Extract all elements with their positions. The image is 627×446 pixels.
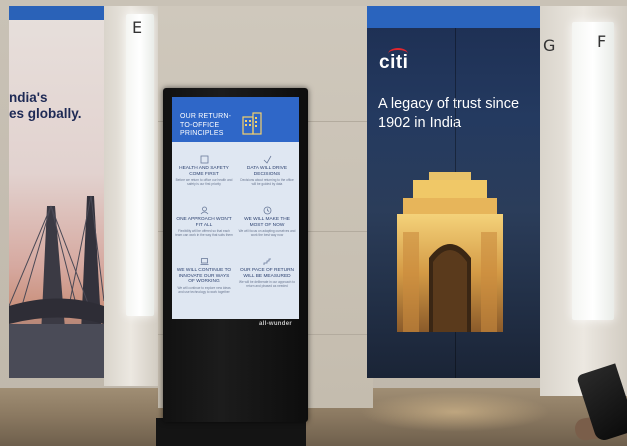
principle-2: DATA WILL DRIVE DECISIONS Decisions abou… (238, 155, 296, 186)
principle-5: WE WILL CONTINUE TO INNOVATE OUR WAYS OF… (175, 257, 233, 294)
principle-6: OUR PACE OF RETURN WILL BE MEASURED We w… (238, 257, 296, 288)
india-gate-illustration (397, 172, 503, 332)
lobby-scene: ndia's es globally. E citi A legacy of t… (0, 0, 627, 446)
principle-1: HEALTH AND SAFETY COME FIRST Before we r… (175, 155, 233, 186)
principle-title: DATA WILL DRIVE DECISIONS (246, 166, 288, 177)
citi-poster-topbar (367, 6, 544, 28)
citi-tagline: A legacy of trust since 1902 in India (378, 96, 520, 131)
people-icon (200, 206, 208, 215)
laptop-icon (200, 258, 208, 265)
bridge-illustration (9, 195, 104, 378)
data-check-icon (263, 155, 271, 164)
principle-body: Decisions about returning to the office … (240, 178, 294, 187)
principle-title: OUR PACE OF RETURN WILL BE MEASURED (239, 268, 294, 279)
health-shield-icon (200, 155, 208, 164)
clock-icon (263, 206, 271, 215)
pillar-letter-f: F (597, 32, 607, 51)
light-strip-right (572, 22, 614, 320)
kiosk-screen[interactable]: OUR RETURN-TO-OFFICE PRINCIPLES HEALTH A… (172, 97, 299, 319)
light-strip-left (126, 14, 154, 316)
kiosk-screen-title: OUR RETURN-TO-OFFICE PRINCIPLES (180, 113, 232, 137)
principle-body: Before we return to office our health an… (175, 178, 233, 187)
kiosk-screen-header: OUR RETURN-TO-OFFICE PRINCIPLES (172, 97, 299, 142)
principle-body: Flexibility will be offered so that each… (175, 229, 233, 238)
floor-reflection (360, 392, 550, 432)
pillar-letter-e: E (132, 18, 143, 37)
principle-body: We will be deliberate in our approach to… (239, 280, 295, 289)
kiosk-base (156, 418, 306, 446)
principle-3: ONE APPROACH WON'T FIT ALL Flexibility w… (175, 206, 233, 237)
principle-title: WE WILL CONTINUE TO INNOVATE OUR WAYS OF… (176, 268, 232, 285)
office-building-icon (242, 112, 262, 135)
pillar-letter-g: G (543, 36, 556, 55)
citi-logo: citi (379, 52, 409, 73)
principle-4: WE WILL MAKE THE MOST OF NOW We will foc… (238, 206, 296, 237)
kiosk-brand-logo: all-wunder (259, 321, 293, 327)
principle-title: WE WILL MAKE THE MOST OF NOW (244, 217, 290, 228)
left-poster: ndia's es globally. (9, 6, 104, 378)
principle-title: HEALTH AND SAFETY COME FIRST (179, 166, 229, 177)
digital-kiosk: OUR RETURN-TO-OFFICE PRINCIPLES HEALTH A… (163, 88, 308, 422)
steps-icon (263, 258, 271, 265)
principle-title: ONE APPROACH WON'T FIT ALL (176, 217, 232, 228)
principle-body: We will focus on adapting ourselves and … (238, 229, 296, 238)
principle-body: We will continue to explore new ideas an… (177, 285, 231, 294)
